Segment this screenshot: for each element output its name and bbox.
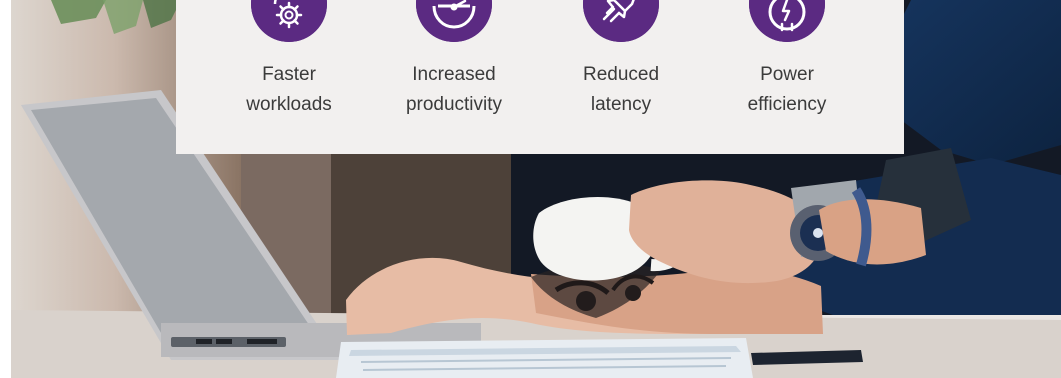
icon-badge xyxy=(583,0,659,42)
benefit-label: Power efficiency xyxy=(747,64,827,115)
hero-banner: Faster workloads Increased productivity xyxy=(0,0,1061,378)
power-plug-icon xyxy=(749,0,825,42)
icon-badge xyxy=(416,0,492,42)
rocket-icon xyxy=(583,0,659,42)
benefit-label: Faster workloads xyxy=(246,64,332,115)
dashboard-icon xyxy=(416,0,492,42)
gear-icon xyxy=(251,0,327,42)
benefit-label: Increased productivity xyxy=(405,64,503,115)
icon-badge xyxy=(749,0,825,42)
benefit-reduced-latency: Reduced latency xyxy=(546,0,696,154)
benefit-label: Reduced latency xyxy=(582,64,660,115)
benefit-power-efficiency: Power efficiency xyxy=(712,0,862,154)
benefit-increased-productivity: Increased productivity xyxy=(379,0,529,154)
benefit-faster-workloads: Faster workloads xyxy=(214,0,364,154)
benefits-panel: Faster workloads Increased productivity xyxy=(176,0,904,154)
icon-badge xyxy=(251,0,327,42)
